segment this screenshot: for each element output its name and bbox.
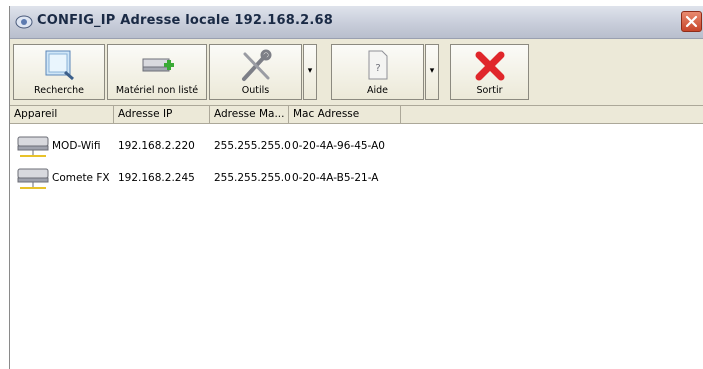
app-icon	[15, 15, 33, 29]
magnifier-icon	[45, 50, 74, 81]
list-item[interactable]: Comete FX 192.168.2.245 255.255.255.0 0-…	[10, 166, 703, 192]
unlisted-hardware-button[interactable]: Matériel non listé	[107, 44, 207, 100]
list-header: Appareil Adresse IP Adresse Ma... Mac Ad…	[10, 106, 703, 124]
network-device-icon	[17, 168, 49, 189]
tools-icon	[241, 49, 271, 81]
help-icon: ?	[368, 50, 387, 80]
device-ip: 192.168.2.245	[118, 172, 195, 184]
unlisted-hardware-label: Matériel non listé	[115, 85, 199, 96]
close-button[interactable]	[681, 11, 702, 32]
device-mask: 255.255.255.0	[214, 172, 291, 184]
toolbar: Recherche Matériel non listé Outils ▾ ? …	[10, 40, 703, 106]
device-mac: 0-20-4A-96-45-A0	[292, 140, 385, 152]
help-dropdown-arrow[interactable]: ▾	[425, 44, 439, 100]
device-list[interactable]: Appareil Adresse IP Adresse Ma... Mac Ad…	[10, 106, 703, 369]
column-header-mask[interactable]: Adresse Ma...	[210, 106, 289, 123]
tools-button-label: Outils	[241, 85, 270, 96]
column-header-mac[interactable]: Mac Adresse	[289, 106, 401, 123]
column-header-ip[interactable]: Adresse IP	[114, 106, 210, 123]
add-hardware-icon	[142, 58, 174, 72]
app-window: CONFIG_IP Adresse locale 192.168.2.68 Re…	[9, 6, 703, 369]
tools-dropdown-arrow[interactable]: ▾	[303, 44, 317, 100]
device-ip: 192.168.2.220	[118, 140, 195, 152]
network-device-icon	[17, 136, 49, 157]
tools-button[interactable]: Outils	[209, 44, 302, 100]
svg-text:?: ?	[375, 63, 380, 74]
device-mask: 255.255.255.0	[214, 140, 291, 152]
close-icon	[685, 15, 698, 28]
list-item[interactable]: MOD-Wifi 192.168.2.220 255.255.255.0 0-2…	[10, 134, 703, 160]
help-button[interactable]: ? Aide	[331, 44, 424, 100]
title-bar[interactable]: CONFIG_IP Adresse locale 192.168.2.68	[10, 6, 703, 39]
exit-icon	[475, 51, 504, 81]
device-mac: 0-20-4A-B5-21-A	[292, 172, 379, 184]
exit-button[interactable]: Sortir	[450, 44, 529, 100]
column-header-device[interactable]: Appareil	[10, 106, 114, 123]
help-button-label: Aide	[366, 85, 388, 96]
device-name: Comete FX	[52, 172, 110, 184]
search-button[interactable]: Recherche	[13, 44, 105, 100]
search-button-label: Recherche	[34, 85, 84, 96]
window-title: CONFIG_IP Adresse locale 192.168.2.68	[37, 13, 333, 28]
exit-button-label: Sortir	[476, 85, 503, 96]
device-name: MOD-Wifi	[52, 140, 101, 152]
